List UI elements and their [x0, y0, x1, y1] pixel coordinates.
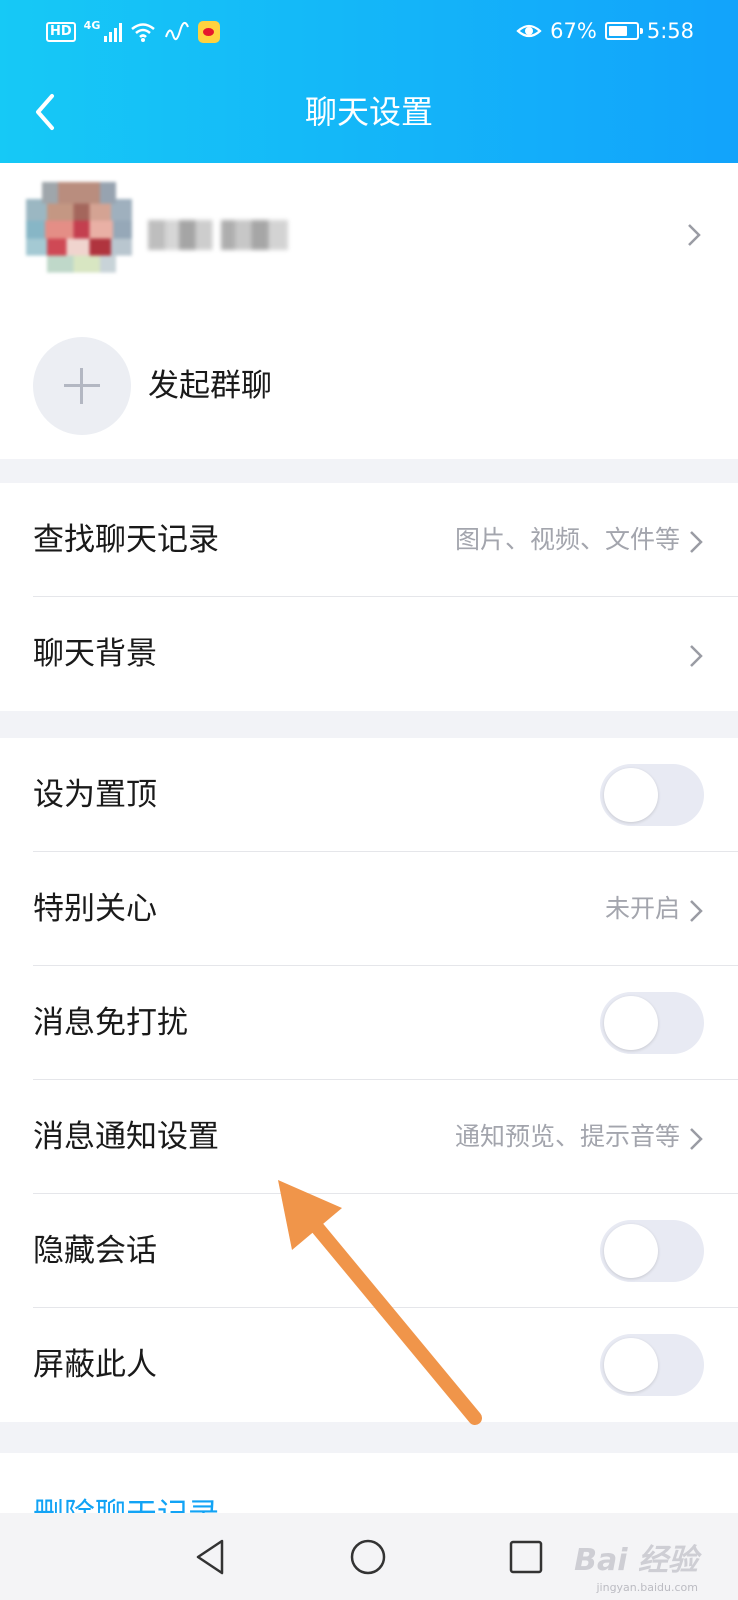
chevron-right-icon: [690, 531, 703, 553]
page-title: 聊天设置: [304, 93, 433, 131]
hd-icon: HD: [46, 22, 76, 42]
wifi-icon: [131, 23, 156, 42]
status-left: HD 4G: [46, 18, 221, 46]
battery-percent: 67%: [550, 19, 597, 43]
block-user-row: 屏蔽此人: [0, 1308, 738, 1422]
special-care-row[interactable]: 特别关心 未开启: [0, 852, 738, 966]
eye-icon: [516, 24, 542, 38]
chevron-right-icon: [690, 1128, 703, 1150]
special-care-label: 特别关心: [33, 891, 157, 927]
start-group-chat-button[interactable]: [33, 337, 131, 435]
delete-history-row[interactable]: 删除聊天记录: [0, 1453, 738, 1513]
chat-background-row[interactable]: 聊天背景: [0, 597, 738, 711]
block-user-toggle[interactable]: [600, 1334, 704, 1396]
chevron-right-icon: [690, 645, 703, 667]
signal-icon: [104, 22, 123, 42]
pin-top-row: 设为置顶: [0, 738, 738, 852]
header: HD 4G 67% 5:58 聊天设置: [0, 0, 738, 163]
system-navbar: Bai 经验 jingyan.baidu.com: [0, 1513, 738, 1600]
hide-conversation-row: 隐藏会话: [0, 1194, 738, 1308]
search-history-row[interactable]: 查找聊天记录 图片、视频、文件等: [0, 483, 738, 597]
notification-settings-label: 消息通知设置: [33, 1119, 219, 1155]
pin-top-toggle[interactable]: [600, 764, 704, 826]
chat-background-label: 聊天背景: [33, 636, 157, 672]
notification-settings-row[interactable]: 消息通知设置 通知预览、提示音等: [0, 1080, 738, 1194]
clock: 5:58: [646, 19, 694, 43]
do-not-disturb-row: 消息免打扰: [0, 966, 738, 1080]
contact-name-blurred[interactable]: [148, 220, 288, 250]
hide-conversation-label: 隐藏会话: [33, 1233, 157, 1269]
chevron-right-icon[interactable]: [686, 222, 702, 248]
signature-icon: [165, 21, 190, 41]
block-user-label: 屏蔽此人: [33, 1347, 157, 1383]
toggle-knob: [604, 1338, 658, 1392]
start-group-chat-label[interactable]: 发起群聊: [148, 364, 272, 408]
chevron-right-icon: [690, 900, 703, 922]
pin-top-label: 设为置顶: [33, 777, 157, 813]
search-history-hint: 图片、视频、文件等: [454, 525, 680, 554]
hide-conversation-toggle[interactable]: [600, 1220, 704, 1282]
network-type: 4G: [83, 19, 101, 32]
nav-recents-icon[interactable]: [504, 1535, 548, 1579]
toggle-knob: [604, 768, 658, 822]
notification-settings-hint: 通知预览、提示音等: [454, 1122, 680, 1151]
battery-icon: [604, 22, 643, 40]
search-history-label: 查找聊天记录: [33, 522, 219, 558]
delete-history-label: 删除聊天记录: [33, 1493, 219, 1513]
do-not-disturb-toggle[interactable]: [600, 992, 704, 1054]
nav-back-icon[interactable]: [190, 1535, 234, 1579]
weibo-icon: [198, 21, 221, 43]
watermark-url: jingyan.baidu.com: [596, 1581, 698, 1594]
avatar[interactable]: [26, 182, 132, 290]
status-right: 67% 5:58: [516, 16, 694, 46]
toggle-knob: [604, 1224, 658, 1278]
nav-home-icon[interactable]: [346, 1535, 390, 1579]
toggle-knob: [604, 996, 658, 1050]
watermark: Bai 经验: [574, 1543, 698, 1578]
special-care-hint: 未开启: [604, 894, 680, 923]
do-not-disturb-label: 消息免打扰: [33, 1005, 188, 1041]
